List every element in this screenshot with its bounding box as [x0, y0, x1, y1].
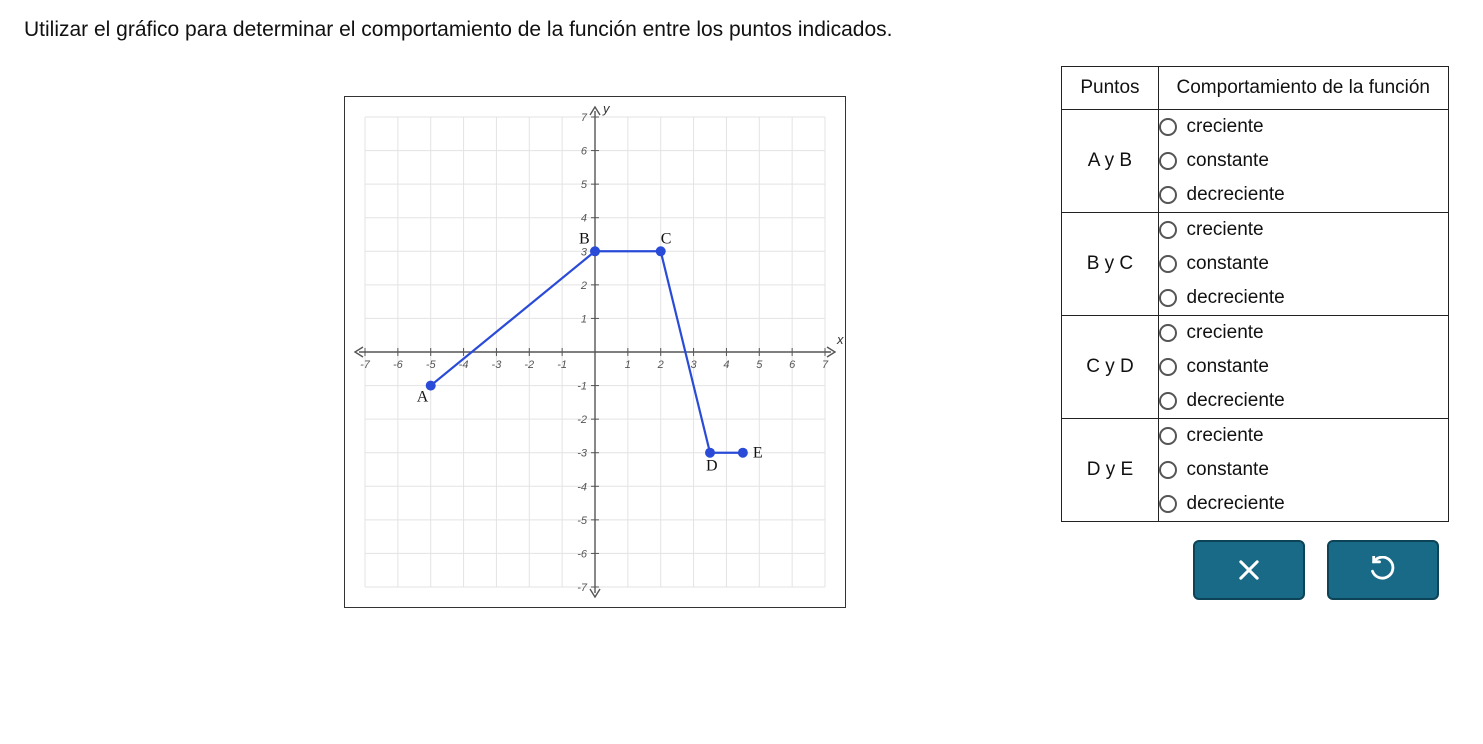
svg-text:4: 4 [581, 213, 587, 225]
table-row: B y C creciente constante decreciente [1062, 213, 1449, 316]
svg-text:-7: -7 [360, 359, 371, 371]
option-label: creciente [1187, 322, 1264, 344]
x-icon [1235, 556, 1263, 584]
instruction-text: Utilizar el gráfico para determinar el c… [24, 18, 1459, 42]
option-creciente[interactable]: creciente [1159, 110, 1448, 144]
svg-text:x: x [836, 332, 844, 347]
header-behavior: Comportamiento de la función [1158, 67, 1448, 110]
svg-text:-6: -6 [577, 548, 588, 560]
svg-text:-3: -3 [492, 359, 503, 371]
svg-text:4: 4 [723, 359, 729, 371]
header-points: Puntos [1062, 67, 1158, 110]
option-label: constante [1187, 356, 1269, 378]
svg-text:-5: -5 [426, 359, 437, 371]
option-creciente[interactable]: creciente [1159, 419, 1448, 453]
option-constante[interactable]: constante [1159, 453, 1448, 487]
reset-button[interactable] [1327, 540, 1439, 600]
radio-icon [1159, 495, 1177, 513]
svg-text:1: 1 [625, 359, 631, 371]
radio-icon [1159, 324, 1177, 342]
radio-icon [1159, 118, 1177, 136]
options-cell: creciente constante decreciente [1158, 213, 1448, 316]
svg-text:-6: -6 [393, 359, 404, 371]
options-cell: creciente constante decreciente [1158, 316, 1448, 419]
option-label: decreciente [1187, 390, 1285, 412]
options-cell: creciente constante decreciente [1158, 419, 1448, 522]
option-label: decreciente [1187, 184, 1285, 206]
svg-text:-7: -7 [577, 582, 588, 594]
svg-text:y: y [602, 101, 611, 116]
svg-text:1: 1 [581, 313, 587, 325]
option-constante[interactable]: constante [1159, 350, 1448, 384]
svg-text:2: 2 [657, 359, 664, 371]
option-creciente[interactable]: creciente [1159, 213, 1448, 247]
radio-icon [1159, 221, 1177, 239]
radio-icon [1159, 152, 1177, 170]
points-cell: B y C [1062, 213, 1158, 316]
table-row: A y B creciente constante decreciente [1062, 110, 1449, 213]
svg-text:7: 7 [822, 359, 829, 371]
radio-icon [1159, 255, 1177, 273]
option-label: constante [1187, 150, 1269, 172]
option-constante[interactable]: constante [1159, 247, 1448, 281]
radio-icon [1159, 358, 1177, 376]
svg-text:3: 3 [581, 246, 588, 258]
points-cell: C y D [1062, 316, 1158, 419]
option-decreciente[interactable]: decreciente [1159, 384, 1448, 418]
svg-text:5: 5 [581, 179, 588, 191]
svg-text:5: 5 [756, 359, 763, 371]
points-cell: D y E [1062, 419, 1158, 522]
svg-text:2: 2 [580, 280, 587, 292]
svg-text:E: E [753, 445, 763, 462]
clear-button[interactable] [1193, 540, 1305, 600]
option-label: creciente [1187, 425, 1264, 447]
function-graph: -7-6-5-4-3-2-11234567-7-6-5-4-3-2-112345… [344, 96, 846, 608]
option-decreciente[interactable]: decreciente [1159, 487, 1448, 521]
radio-icon [1159, 392, 1177, 410]
option-decreciente[interactable]: decreciente [1159, 281, 1448, 315]
svg-text:-2: -2 [524, 359, 534, 371]
svg-text:6: 6 [581, 146, 588, 158]
svg-text:3: 3 [691, 359, 698, 371]
options-cell: creciente constante decreciente [1158, 110, 1448, 213]
answer-table: Puntos Comportamiento de la función A y … [1061, 66, 1449, 522]
svg-text:D: D [706, 458, 718, 475]
radio-icon [1159, 289, 1177, 307]
table-row: C y D creciente constante decreciente [1062, 316, 1449, 419]
option-label: constante [1187, 253, 1269, 275]
option-decreciente[interactable]: decreciente [1159, 178, 1448, 212]
option-label: creciente [1187, 116, 1264, 138]
radio-icon [1159, 186, 1177, 204]
svg-text:-1: -1 [577, 381, 587, 393]
svg-text:-2: -2 [577, 414, 587, 426]
option-label: decreciente [1187, 493, 1285, 515]
option-label: constante [1187, 459, 1269, 481]
chart-container: -7-6-5-4-3-2-11234567-7-6-5-4-3-2-112345… [344, 96, 846, 613]
svg-text:C: C [661, 230, 672, 247]
option-creciente[interactable]: creciente [1159, 316, 1448, 350]
svg-text:-1: -1 [557, 359, 567, 371]
option-label: creciente [1187, 219, 1264, 241]
undo-icon [1369, 556, 1397, 584]
svg-text:-3: -3 [577, 448, 588, 460]
svg-text:-4: -4 [577, 481, 587, 493]
svg-text:7: 7 [581, 112, 588, 124]
radio-icon [1159, 461, 1177, 479]
svg-text:B: B [579, 230, 590, 247]
table-row: D y E creciente constante decreciente [1062, 419, 1449, 522]
points-cell: A y B [1062, 110, 1158, 213]
svg-text:6: 6 [789, 359, 796, 371]
option-label: decreciente [1187, 287, 1285, 309]
option-constante[interactable]: constante [1159, 144, 1448, 178]
radio-icon [1159, 427, 1177, 445]
svg-text:-5: -5 [577, 515, 588, 527]
svg-text:A: A [417, 389, 429, 406]
